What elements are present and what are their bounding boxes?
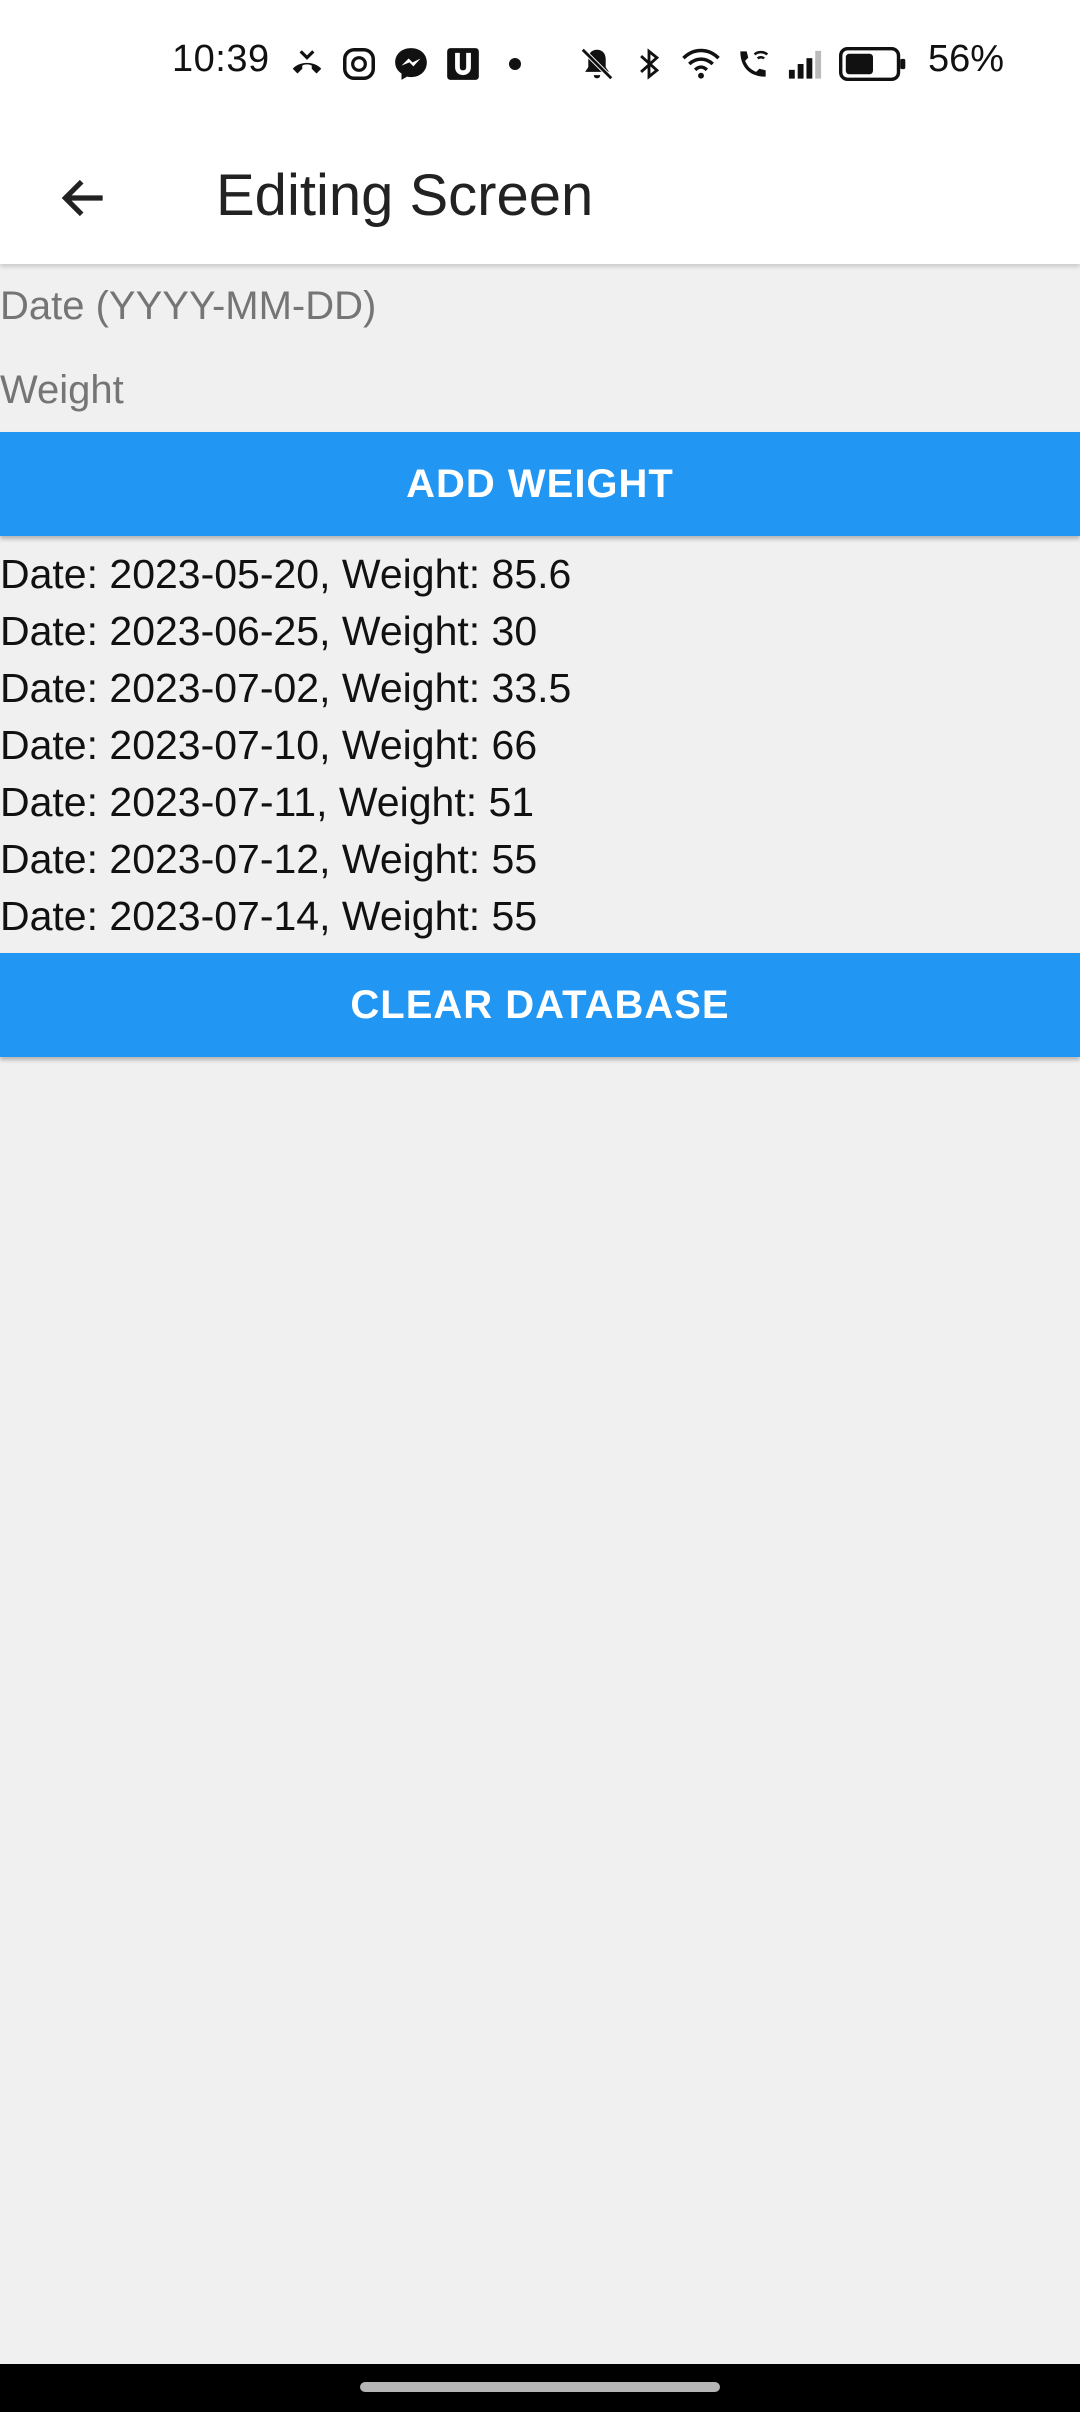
weight-input[interactable] bbox=[0, 348, 1080, 432]
mute-icon bbox=[578, 45, 616, 83]
u-app-icon bbox=[444, 45, 482, 83]
clear-database-button[interactable]: CLEAR DATABASE bbox=[0, 953, 1080, 1057]
arrow-left-icon bbox=[61, 179, 103, 217]
messenger-icon bbox=[392, 45, 430, 83]
list-item: Date: 2023-07-02, Weight: 33.5 bbox=[0, 665, 572, 711]
list-item: Date: 2023-07-12, Weight: 55 bbox=[0, 836, 538, 882]
status-time: 10:39 bbox=[172, 38, 270, 80]
wifi-calling-icon bbox=[734, 45, 772, 83]
add-weight-button[interactable]: ADD WEIGHT bbox=[0, 432, 1080, 536]
weights-list: Date: 2023-05-20, Weight: 85.6 Date: 202… bbox=[0, 536, 1080, 953]
list-item: Date: 2023-07-10, Weight: 66 bbox=[0, 722, 538, 768]
status-bar: 10:39 56% bbox=[0, 0, 1080, 128]
wifi-icon bbox=[682, 45, 720, 83]
messenger-alt-icon bbox=[340, 45, 378, 83]
system-icons bbox=[578, 42, 908, 86]
notification-dot-icon bbox=[496, 45, 534, 83]
home-gesture-handle[interactable] bbox=[360, 2382, 720, 2392]
list-item: Date: 2023-05-20, Weight: 85.6 bbox=[0, 551, 572, 597]
notification-icons bbox=[288, 42, 534, 86]
list-item: Date: 2023-06-25, Weight: 30 bbox=[0, 608, 538, 654]
list-item: Date: 2023-07-14, Weight: 55 bbox=[0, 893, 538, 939]
bluetooth-icon bbox=[630, 45, 668, 83]
missed-call-icon bbox=[288, 45, 326, 83]
battery-percent: 56% bbox=[928, 38, 1005, 80]
signal-icon bbox=[786, 45, 824, 83]
battery-icon bbox=[838, 45, 908, 83]
system-navigation-bar bbox=[0, 2364, 1080, 2412]
date-input[interactable] bbox=[0, 264, 1080, 348]
back-button[interactable] bbox=[44, 158, 124, 238]
app-bar: Editing Screen bbox=[0, 128, 1080, 264]
editing-form: ADD WEIGHT Date: 2023-05-20, Weight: 85.… bbox=[0, 264, 1080, 1057]
page-title: Editing Screen bbox=[216, 163, 594, 228]
list-item: Date: 2023-07-11, Weight: 51 bbox=[0, 779, 535, 825]
